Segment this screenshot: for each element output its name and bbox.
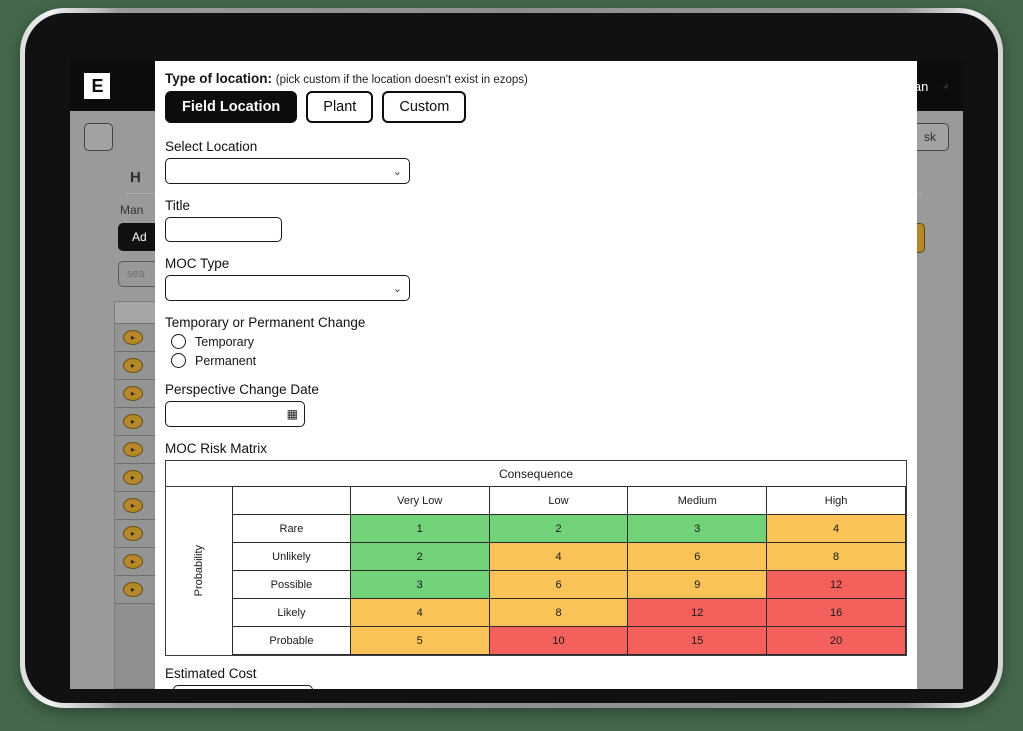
- risk-matrix: Consequence Probability Very Low Low Mediu…: [165, 460, 907, 656]
- risk-cell-2-0[interactable]: 3: [349, 570, 490, 599]
- risk-cell-1-1[interactable]: 4: [488, 542, 629, 571]
- select-location-field: Select Location ⌄: [165, 139, 907, 184]
- expand-icon[interactable]: ▸: [123, 554, 143, 569]
- change-duration-option-1[interactable]: Permanent: [171, 353, 907, 368]
- risk-cell-3-0[interactable]: 4: [349, 598, 490, 627]
- chevron-down-icon: ⌄: [392, 282, 402, 295]
- risk-cell-2-1[interactable]: 6: [488, 570, 629, 599]
- consequence-header-1: Low: [488, 486, 629, 515]
- wifi-icon: ◕: [942, 80, 949, 92]
- change-duration-label: Temporary or Permanent Change: [165, 315, 366, 330]
- expand-icon[interactable]: ▸: [123, 386, 143, 401]
- expand-icon[interactable]: ▸: [123, 330, 143, 345]
- risk-cell-4-2[interactable]: 15: [627, 626, 768, 655]
- matrix-corner-cell: [232, 486, 351, 515]
- risk-cell-0-2[interactable]: 3: [627, 514, 768, 543]
- location-type-label-text: Type of location:: [165, 71, 272, 86]
- change-duration-option-0[interactable]: Temporary: [171, 334, 907, 349]
- change-duration-field: Temporary or Permanent Change Temporary P…: [165, 315, 907, 368]
- risk-cell-4-3[interactable]: 20: [766, 626, 906, 655]
- risk-cell-3-1[interactable]: 8: [488, 598, 629, 627]
- risk-matrix-table: Very Low Low Medium High Rare 1 2 3 4 Unlikely 2 4…: [232, 486, 906, 655]
- change-duration-option-label: Permanent: [195, 353, 257, 368]
- title-field: Title: [165, 198, 907, 242]
- expand-icon[interactable]: ▸: [123, 498, 143, 513]
- moc-type-label: MOC Type: [165, 256, 230, 271]
- title-input[interactable]: [165, 217, 282, 242]
- perspective-change-date-field: Perspective Change Date ▦: [165, 382, 907, 427]
- expand-icon[interactable]: ▸: [123, 358, 143, 373]
- consequence-header-0: Very Low: [349, 486, 490, 515]
- risk-matrix-label: MOC Risk Matrix: [165, 441, 267, 456]
- title-label: Title: [165, 198, 191, 213]
- matrix-row: Rare 1 2 3 4: [232, 514, 906, 543]
- risk-cell-0-0[interactable]: 1: [349, 514, 490, 543]
- risk-cell-4-0[interactable]: 5: [349, 626, 490, 655]
- risk-cell-2-3[interactable]: 12: [766, 570, 906, 599]
- location-type-hint: (pick custom if the location doesn't exi…: [275, 74, 528, 86]
- risk-cell-1-2[interactable]: 6: [627, 542, 768, 571]
- chevron-down-icon: ⌄: [392, 165, 402, 178]
- estimated-cost-field: Estimated Cost $: [165, 666, 907, 689]
- probability-label-4: Probable: [232, 626, 351, 655]
- change-duration-option-label: Temporary: [195, 334, 255, 349]
- risk-cell-4-1[interactable]: 10: [488, 626, 629, 655]
- probability-label-2: Possible: [232, 570, 351, 599]
- consequence-header-2: Medium: [627, 486, 768, 515]
- moc-type-field: MOC Type ⌄: [165, 256, 907, 301]
- location-type-label: Type of location: (pick custom if the lo…: [165, 71, 907, 86]
- page-title: H: [130, 169, 141, 186]
- device-bezel: E an ◕ sk H Man Ad RiK sea ▸: [25, 13, 998, 703]
- expand-icon[interactable]: ▸: [123, 414, 143, 429]
- risk-cell-1-0[interactable]: 2: [349, 542, 490, 571]
- risk-matrix-header-row: Very Low Low Medium High: [232, 486, 906, 515]
- probability-label-0: Rare: [232, 514, 351, 543]
- radio-icon[interactable]: [171, 334, 186, 349]
- matrix-row: Possible 3 6 9 12: [232, 570, 906, 599]
- expand-icon[interactable]: ▸: [123, 526, 143, 541]
- estimated-cost-input[interactable]: [173, 685, 314, 689]
- risk-cell-0-1[interactable]: 2: [488, 514, 629, 543]
- location-type-option-0[interactable]: Field Location: [165, 91, 298, 123]
- device-screen: E an ◕ sk H Man Ad RiK sea ▸: [70, 61, 963, 689]
- risk-cell-3-2[interactable]: 12: [627, 598, 768, 627]
- perspective-change-date-label: Perspective Change Date: [165, 382, 319, 397]
- probability-axis-label: Probability: [166, 486, 232, 655]
- risk-matrix-body: Rare 1 2 3 4 Unlikely 2 4 6 8 Possible 3 6 9 12 Likely 4…: [232, 514, 906, 655]
- probability-label-3: Likely: [232, 598, 351, 627]
- matrix-row: Unlikely 2 4 6 8: [232, 542, 906, 571]
- consequence-header-3: High: [766, 486, 906, 515]
- risk-cell-3-3[interactable]: 16: [766, 598, 906, 627]
- moc-type-dropdown[interactable]: ⌄: [165, 275, 410, 301]
- location-type-option-2[interactable]: Custom: [382, 91, 467, 123]
- location-type-buttons: Field Location Plant Custom: [165, 91, 907, 123]
- consequence-axis-label: Consequence: [498, 467, 574, 481]
- moc-form-modal: Type of location: (pick custom if the lo…: [155, 61, 917, 689]
- risk-cell-0-3[interactable]: 4: [766, 514, 906, 543]
- perspective-change-date-input[interactable]: ▦: [165, 401, 305, 427]
- change-duration-radio-group: Temporary Permanent: [165, 334, 907, 368]
- calendar-icon[interactable]: ▦: [287, 407, 298, 421]
- risk-cell-1-3[interactable]: 8: [766, 542, 906, 571]
- toolbar-left-button[interactable]: [84, 123, 114, 151]
- estimated-cost-label: Estimated Cost: [165, 666, 257, 681]
- page-subtext: Man: [120, 203, 144, 217]
- risk-cell-2-2[interactable]: 9: [627, 570, 768, 599]
- expand-icon[interactable]: ▸: [123, 442, 143, 457]
- select-location-dropdown[interactable]: ⌄: [165, 158, 410, 184]
- matrix-row: Likely 4 8 12 16: [232, 598, 906, 627]
- probability-label-1: Unlikely: [232, 542, 351, 571]
- select-location-label: Select Location: [165, 139, 258, 154]
- tablet-device-frame: E an ◕ sk H Man Ad RiK sea ▸: [20, 8, 1003, 708]
- radio-icon[interactable]: [171, 353, 186, 368]
- location-type-option-1[interactable]: Plant: [306, 91, 374, 123]
- expand-icon[interactable]: ▸: [123, 582, 143, 597]
- app-logo: E: [84, 73, 110, 99]
- expand-icon[interactable]: ▸: [123, 470, 143, 485]
- matrix-row: Probable 5 10 15 20: [232, 626, 906, 655]
